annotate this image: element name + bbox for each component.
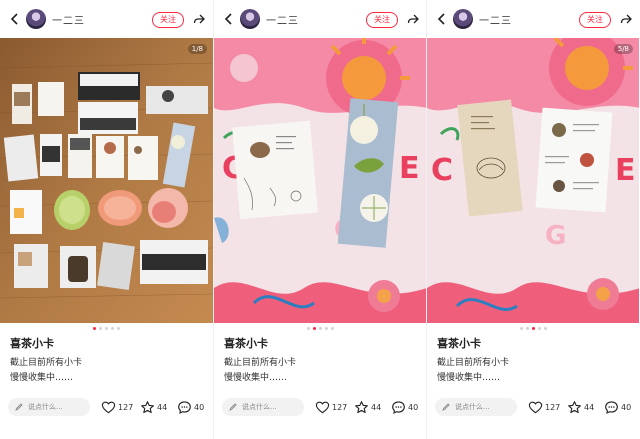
- photo-cards-on-fabric: C E G: [214, 38, 426, 323]
- carousel-dot: [93, 327, 96, 330]
- carousel-dot: [532, 327, 535, 330]
- comment-placeholder: 说点什么...: [242, 403, 277, 411]
- comment-placeholder: 说点什么...: [455, 403, 490, 411]
- follow-button[interactable]: 关注: [579, 12, 611, 28]
- like-count: 127: [545, 402, 561, 412]
- post-title: 喜茶小卡: [10, 337, 54, 350]
- carousel-dot: [538, 327, 541, 330]
- like-count: 127: [332, 402, 348, 412]
- carousel-dots: [0, 327, 213, 331]
- comment-button[interactable]: 40: [604, 398, 631, 416]
- post-panel-1: 一二三 关注 1/8 喜茶小卡 截止目前所有小卡 慢慢收集中…… 说点什么...…: [0, 0, 213, 439]
- post-title: 喜茶小卡: [224, 337, 268, 350]
- pencil-icon: [442, 403, 450, 411]
- post-body-line-2: 慢慢收集中……: [437, 373, 501, 383]
- comment-button[interactable]: 40: [177, 398, 204, 416]
- collect-count: 44: [584, 402, 595, 412]
- carousel-dot: [117, 327, 120, 330]
- photo-cards-on-wood: [0, 38, 213, 323]
- collect-count: 44: [371, 402, 382, 412]
- follow-button[interactable]: 关注: [152, 12, 184, 28]
- like-button[interactable]: 127: [528, 398, 560, 416]
- image-counter: 1/8: [187, 44, 207, 54]
- chevron-left-icon[interactable]: [435, 12, 449, 26]
- carousel-dot: [526, 327, 529, 330]
- star-icon: [355, 400, 368, 413]
- heart-icon: [528, 401, 543, 413]
- comment-button[interactable]: 40: [391, 398, 418, 416]
- carousel-dot: [325, 327, 328, 330]
- comment-count: 40: [408, 402, 419, 412]
- comment-input[interactable]: 说点什么...: [8, 398, 90, 416]
- like-count: 127: [118, 402, 134, 412]
- collect-count: 44: [157, 402, 168, 412]
- svg-text:C: C: [431, 153, 453, 188]
- speech-bubble-icon: [605, 400, 618, 414]
- comment-input[interactable]: 说点什么...: [435, 398, 517, 416]
- carousel-dot: [105, 327, 108, 330]
- post-photo[interactable]: [0, 38, 213, 323]
- carousel-dot: [520, 327, 523, 330]
- post-header: 一二三 关注: [427, 0, 639, 38]
- carousel-dot: [319, 327, 322, 330]
- carousel-dot: [313, 327, 316, 330]
- carousel-dot: [111, 327, 114, 330]
- screenshot-collage: 一二三 关注 1/8 喜茶小卡 截止目前所有小卡 慢慢收集中…… 说点什么...…: [0, 0, 640, 439]
- carousel-dot: [331, 327, 334, 330]
- post-panel-2: 一二三 关注 C E G: [213, 0, 426, 439]
- post-body-line-1: 截止目前所有小卡: [437, 358, 510, 368]
- post-header: 一二三 关注: [0, 0, 213, 38]
- share-arrow-icon[interactable]: [619, 12, 633, 26]
- post-body-line-1: 截止目前所有小卡: [10, 358, 83, 368]
- chevron-left-icon[interactable]: [8, 12, 22, 26]
- post-body-line-2: 慢慢收集中……: [10, 373, 74, 383]
- avatar[interactable]: [240, 9, 260, 29]
- collect-button[interactable]: 44: [567, 398, 594, 416]
- post-body-line-2: 慢慢收集中……: [224, 373, 288, 383]
- carousel-dots: [427, 327, 639, 331]
- photo-cards-on-fabric: C E G: [427, 38, 639, 323]
- post-body-line-1: 截止目前所有小卡: [224, 358, 297, 368]
- svg-text:G: G: [545, 221, 566, 251]
- speech-bubble-icon: [392, 400, 405, 414]
- username[interactable]: 一二三: [479, 12, 512, 27]
- carousel-dot: [99, 327, 102, 330]
- carousel-dot: [544, 327, 547, 330]
- comment-count: 40: [194, 402, 205, 412]
- post-header: 一二三 关注: [214, 0, 426, 38]
- comment-placeholder: 说点什么...: [28, 403, 63, 411]
- svg-text:E: E: [615, 153, 636, 188]
- like-button[interactable]: 127: [101, 398, 133, 416]
- pencil-icon: [15, 403, 23, 411]
- heart-icon: [101, 401, 116, 413]
- comment-input[interactable]: 说点什么...: [222, 398, 304, 416]
- chevron-left-icon[interactable]: [222, 12, 236, 26]
- heart-icon: [315, 401, 330, 413]
- post-panel-3: 一二三 关注 C E G 5/8 喜茶小卡 截止目前所有小卡 慢慢收集中…… 说…: [426, 0, 639, 439]
- share-arrow-icon[interactable]: [406, 12, 420, 26]
- post-photo[interactable]: C E G: [214, 38, 426, 323]
- username[interactable]: 一二三: [52, 12, 85, 27]
- svg-text:E: E: [399, 151, 420, 186]
- comment-count: 40: [621, 402, 632, 412]
- collect-button[interactable]: 44: [354, 398, 381, 416]
- carousel-dots: [214, 327, 426, 331]
- avatar[interactable]: [453, 9, 473, 29]
- follow-button[interactable]: 关注: [366, 12, 398, 28]
- speech-bubble-icon: [178, 400, 191, 414]
- share-arrow-icon[interactable]: [192, 12, 206, 26]
- avatar[interactable]: [26, 9, 46, 29]
- image-counter: 5/8: [613, 44, 633, 54]
- like-button[interactable]: 127: [315, 398, 347, 416]
- post-title: 喜茶小卡: [437, 337, 481, 350]
- carousel-dot: [307, 327, 310, 330]
- star-icon: [141, 400, 154, 413]
- star-icon: [568, 400, 581, 413]
- username[interactable]: 一二三: [266, 12, 299, 27]
- collect-button[interactable]: 44: [140, 398, 167, 416]
- pencil-icon: [229, 403, 237, 411]
- post-photo[interactable]: C E G: [427, 38, 639, 323]
